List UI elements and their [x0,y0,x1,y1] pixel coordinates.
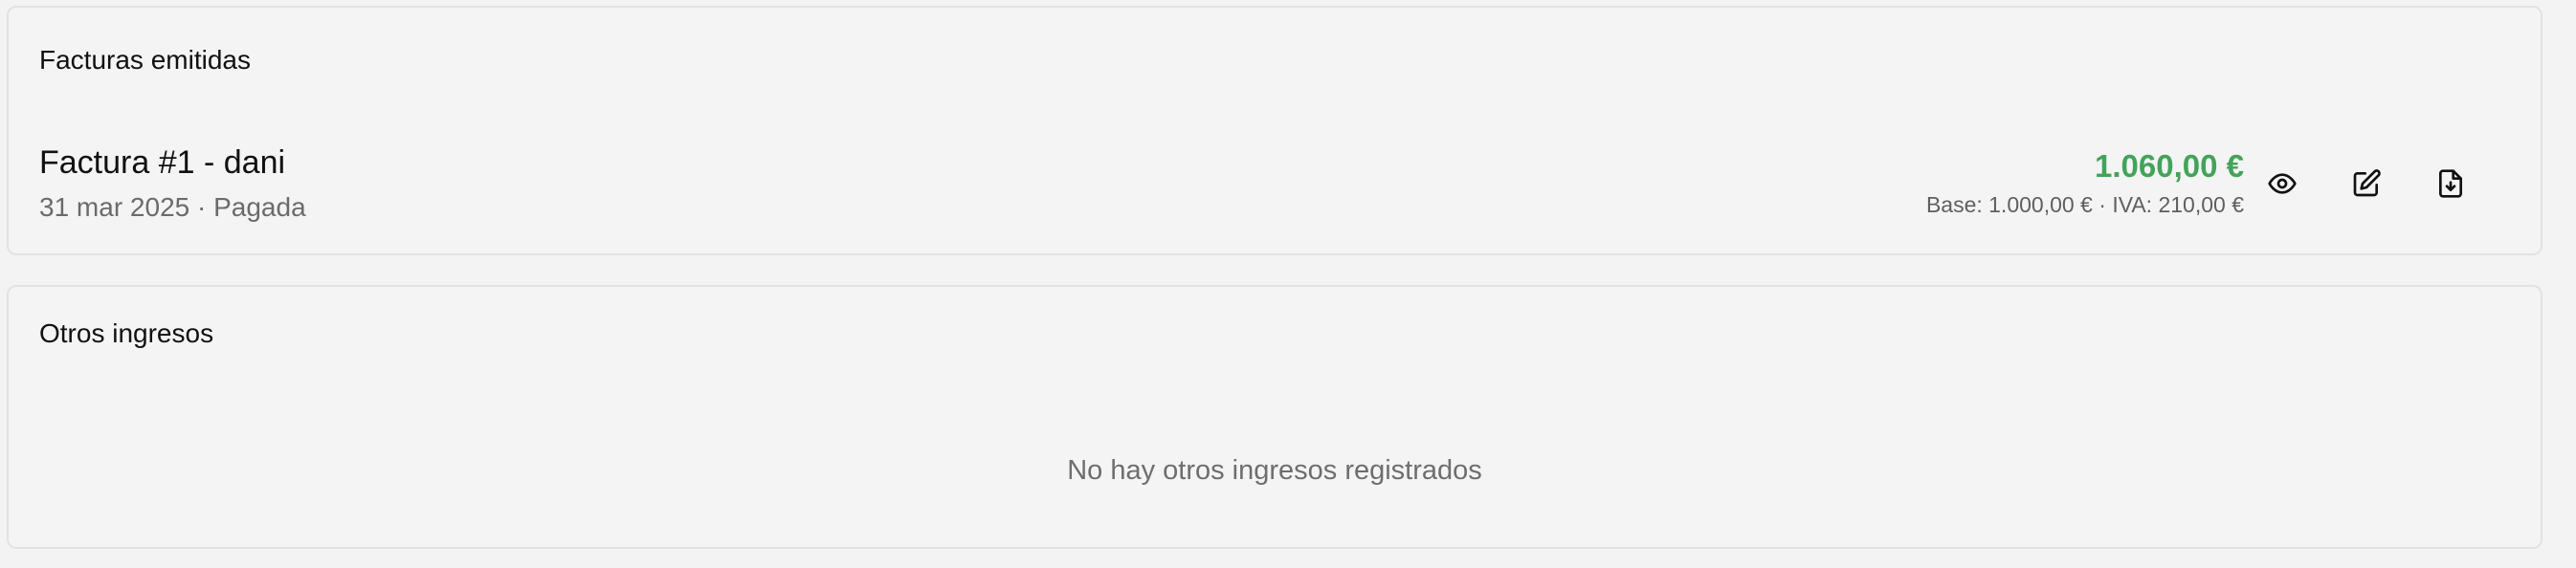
invoice-breakdown: Base: 1.000,00 € · IVA: 210,00 € [1926,191,2244,218]
meta-separator: · [189,192,214,222]
other-income-card: Otros ingresos No hay otros ingresos reg… [7,285,2543,549]
eye-icon [2267,168,2298,199]
invoice-base: Base: 1.000,00 € [1925,192,2093,217]
empty-state-message: No hay otros ingresos registrados [1067,455,1482,486]
download-invoice-button[interactable] [2416,149,2485,218]
edit-icon [2351,168,2382,199]
invoice-status: Pagada [213,192,306,222]
issued-invoices-card: Facturas emitidas Factura #1 - dani 31 m… [7,6,2543,255]
invoice-actions [2263,149,2541,218]
invoice-iva: IVA: 210,00 € [2112,192,2244,217]
invoice-total: 1.060,00 € [2095,148,2244,184]
view-invoice-button[interactable] [2248,149,2317,218]
invoice-amounts: 1.060,00 € Base: 1.000,00 € · IVA: 210,0… [1926,147,2244,218]
issued-invoices-title: Facturas emitidas [39,45,251,75]
other-income-title: Otros ingresos [39,318,214,348]
edit-invoice-button[interactable] [2332,149,2401,218]
breakdown-separator: · [2092,192,2113,217]
download-file-icon [2435,168,2466,199]
invoice-meta: 31 mar 2025 · Pagada [39,191,306,224]
invoice-title: Factura #1 - dani [39,144,286,181]
invoice-date: 31 mar 2025 [39,192,190,222]
